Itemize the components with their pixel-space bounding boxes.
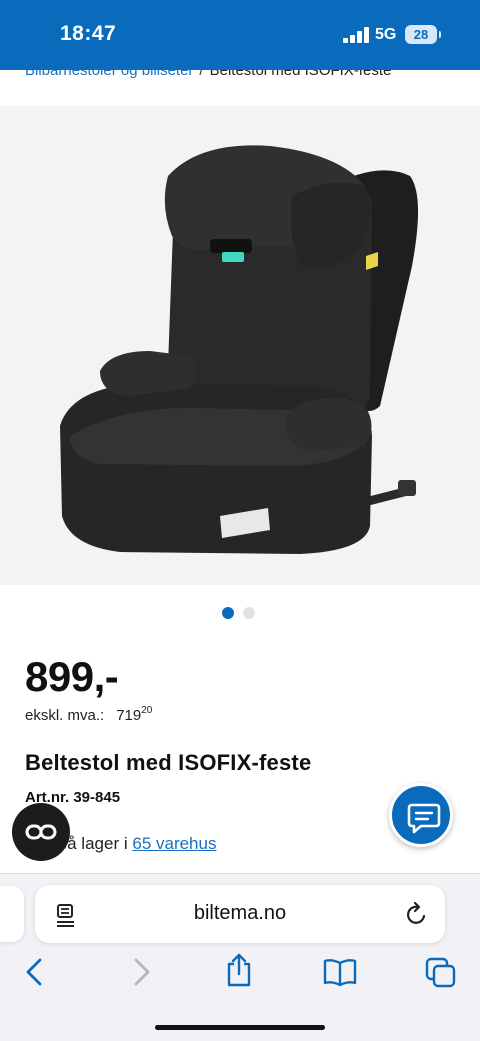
browser-chrome: biltema.no: [0, 873, 480, 1041]
tabs-icon[interactable]: [424, 956, 458, 990]
breadcrumb-current: Beltestol med ISOFIX-feste: [209, 70, 392, 79]
product-title: Beltestol med ISOFIX-feste: [25, 750, 312, 775]
back-arrow-icon[interactable]: [24, 957, 46, 987]
home-indicator: [155, 1025, 325, 1030]
loop-button[interactable]: [12, 803, 70, 861]
carousel-dot[interactable]: [243, 607, 255, 619]
price-ex-vat-label: ekskl. mva.:: [25, 707, 105, 724]
breadcrumb-link-parent[interactable]: Bilbarnestoler og biliseter: [25, 70, 193, 79]
carousel-dots: [222, 606, 264, 620]
url-text[interactable]: biltema.no: [35, 902, 445, 925]
breadcrumb: Bilbarnestoler og biliseter / Beltestol me…: [0, 70, 480, 106]
previous-tab-preview[interactable]: [0, 886, 24, 942]
signal-icon: [343, 27, 369, 43]
forward-arrow-icon[interactable]: [130, 957, 152, 987]
stock-stores-link[interactable]: 65 varehus: [132, 834, 216, 853]
share-icon[interactable]: [224, 952, 254, 988]
breadcrumb-separator: /: [199, 70, 204, 79]
url-bar[interactable]: biltema.no: [35, 885, 445, 943]
bookmarks-icon[interactable]: [322, 957, 358, 987]
battery-icon: 28: [405, 25, 441, 44]
price-ex-vat-decimals: 20: [141, 705, 153, 716]
chat-button[interactable]: [389, 783, 453, 847]
car-booster-seat-image: [60, 145, 419, 554]
price-ex-vat-value: 71920: [116, 705, 153, 724]
network-label: 5G: [375, 26, 397, 43]
chat-bubble-icon: [407, 803, 441, 834]
infinity-loop-icon: [25, 824, 57, 840]
status-bar: 18:47 5G 28: [0, 0, 480, 70]
product-image-gallery[interactable]: [0, 106, 480, 585]
product-price: 899,-: [25, 653, 119, 700]
status-time: 18:47: [60, 22, 117, 45]
reload-icon[interactable]: [405, 901, 429, 927]
carousel-dot-active[interactable]: [222, 607, 234, 619]
price-ex-vat: ekskl. mva.: 71920: [25, 705, 153, 724]
